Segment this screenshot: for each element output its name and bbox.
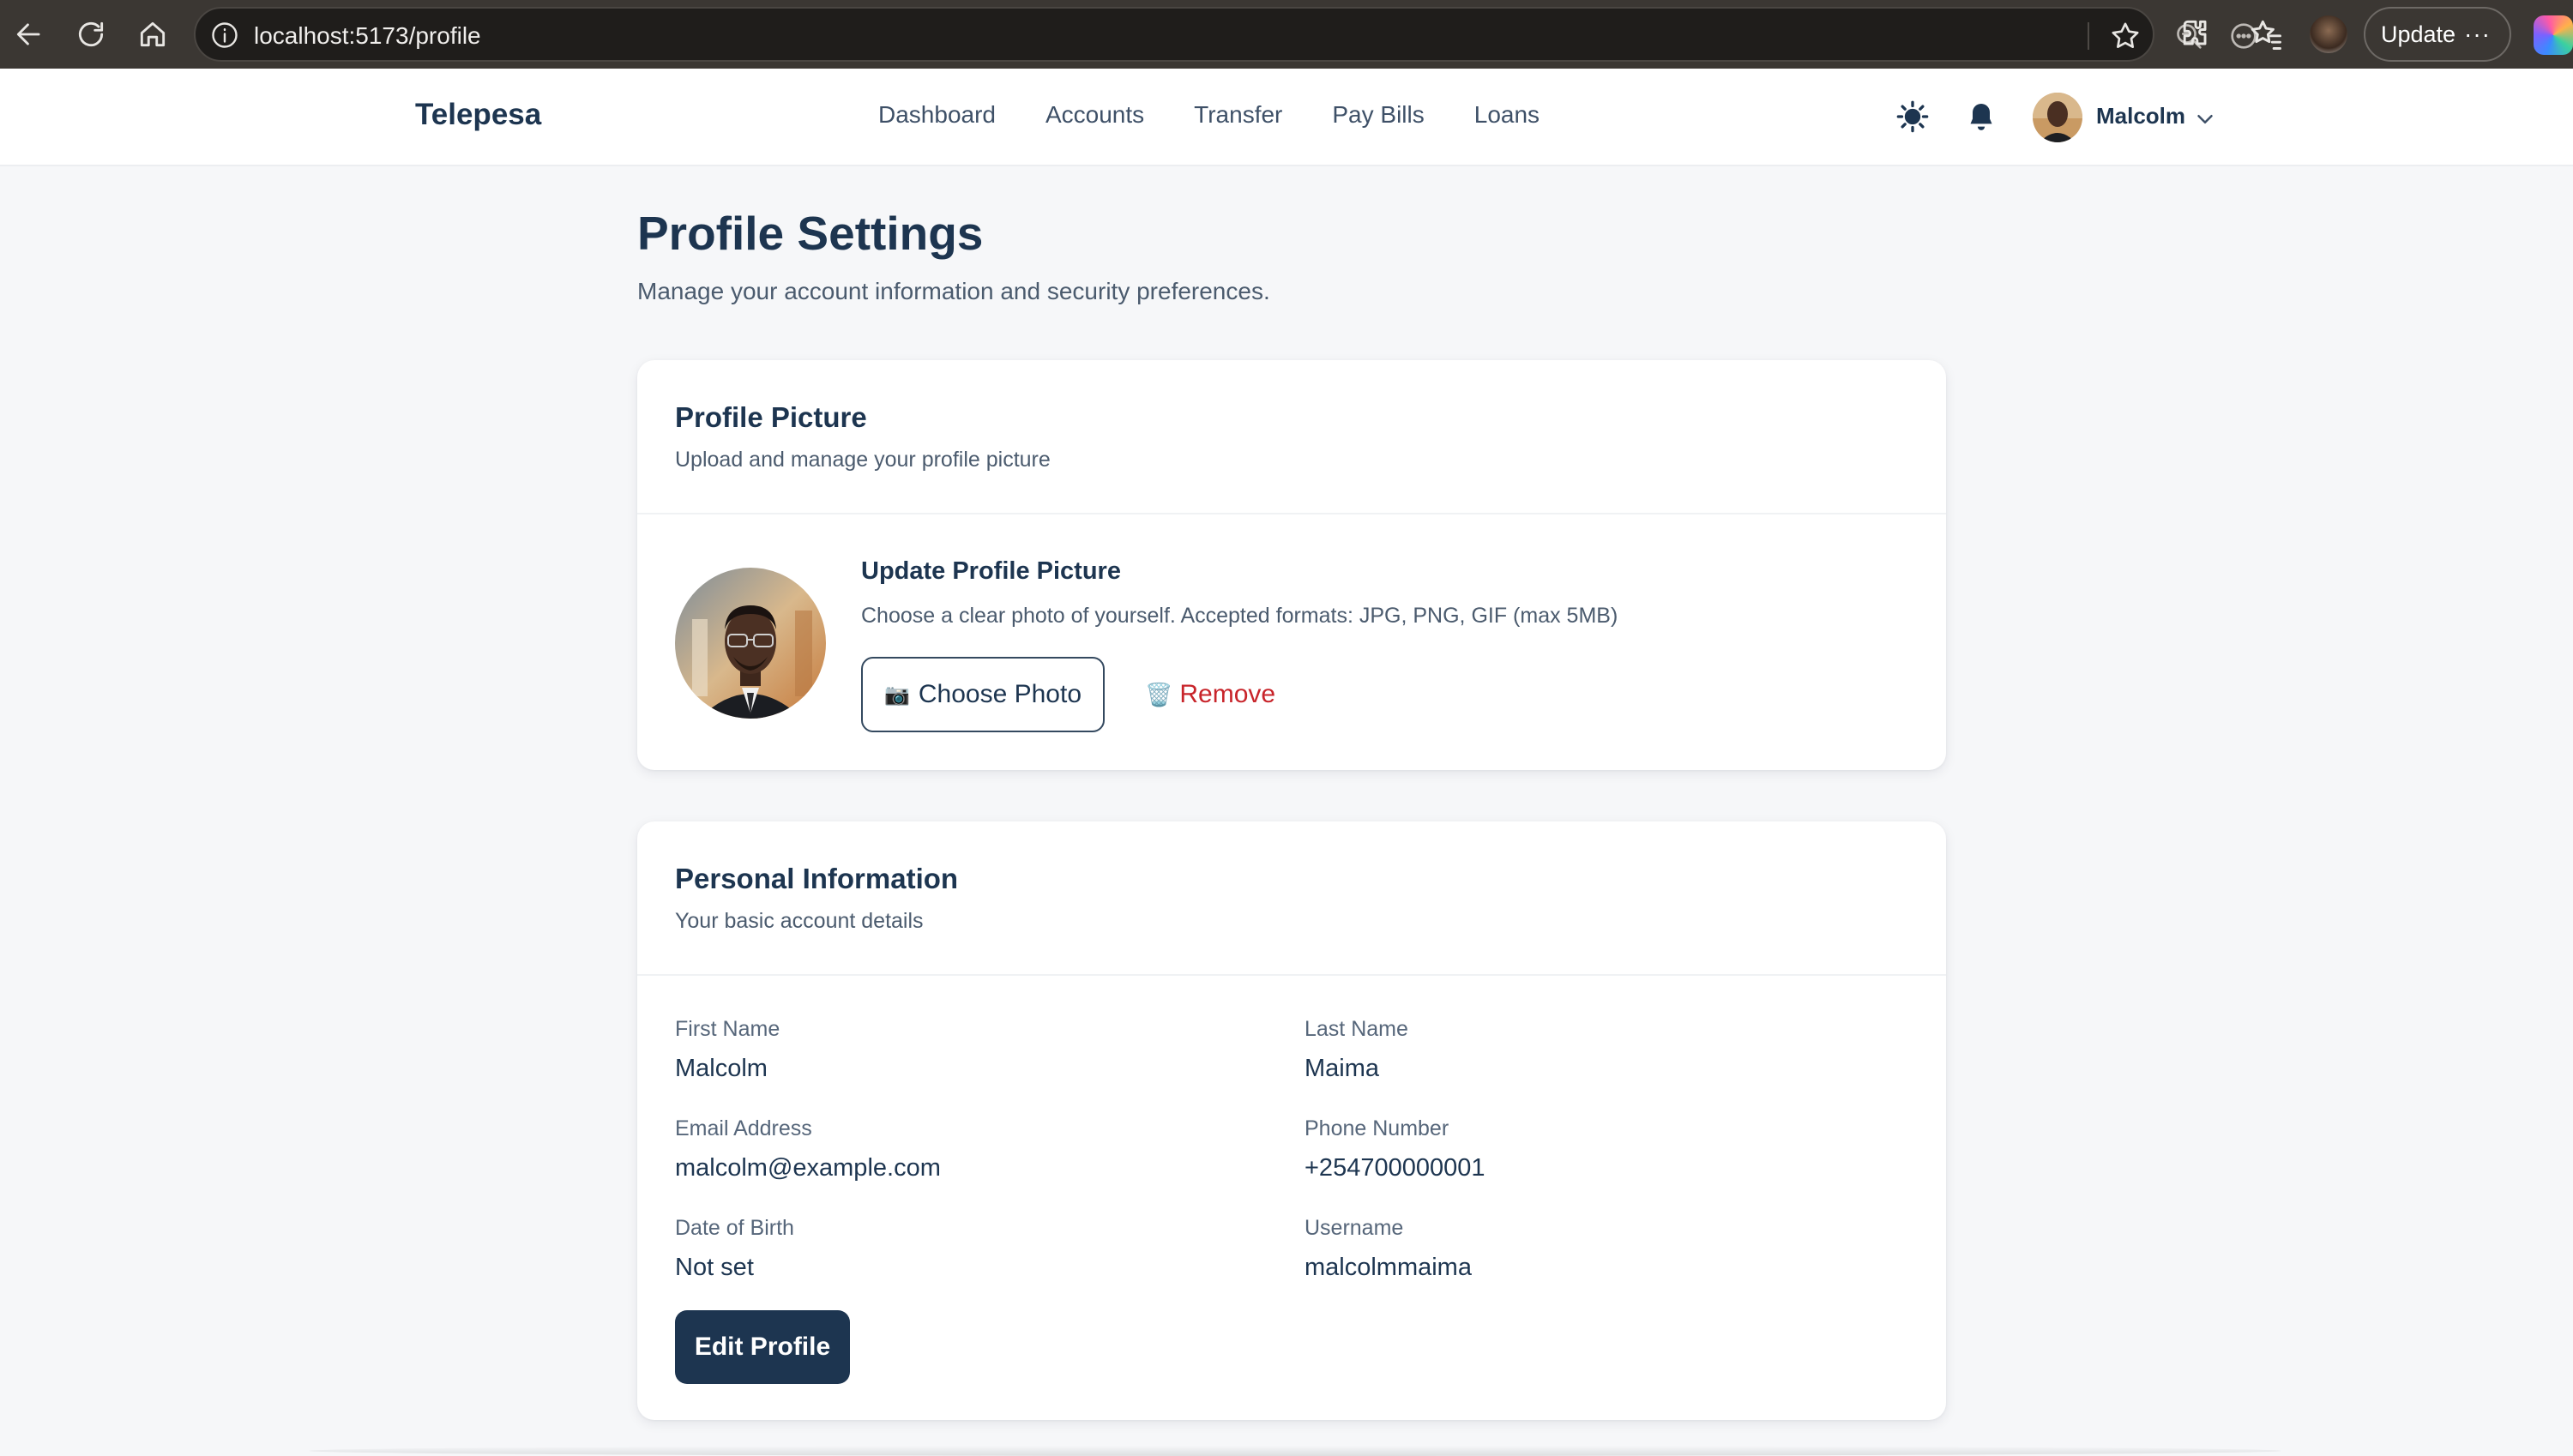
site-info-icon[interactable]	[209, 20, 240, 51]
address-bar[interactable]: localhost:5173/profile	[194, 7, 2257, 62]
choose-photo-button[interactable]: 📷 Choose Photo	[861, 657, 1105, 732]
more-menu-icon[interactable]: ···	[2464, 21, 2491, 48]
nav-link-transfer[interactable]: Transfer	[1194, 101, 1282, 129]
browser-profile-avatar[interactable]	[2310, 15, 2347, 53]
user-menu-name[interactable]: Malcolm	[2096, 103, 2185, 129]
reload-icon[interactable]	[69, 12, 113, 57]
theme-toggle-sun-icon[interactable]	[1895, 99, 1930, 134]
card-header: Profile Picture Upload and manage your p…	[637, 360, 1946, 514]
brand-logo[interactable]: Telepesa	[415, 98, 541, 132]
browser-update-button[interactable]: Update ···	[2364, 7, 2511, 62]
nav-link-dashboard[interactable]: Dashboard	[878, 101, 996, 129]
notification-bell-icon[interactable]	[1964, 99, 1998, 134]
profile-picture-card: Profile Picture Upload and manage your p…	[637, 360, 1946, 770]
date-of-birth-label: Date of Birth	[675, 1216, 794, 1240]
update-photo-title: Update Profile Picture	[861, 557, 1121, 585]
extensions-icon[interactable]	[2177, 15, 2214, 53]
page-title: Profile Settings	[637, 207, 984, 260]
scroll-shadow	[309, 1446, 2281, 1456]
card-header: Personal Information Your basic account …	[637, 821, 1946, 976]
nav-link-loans[interactable]: Loans	[1474, 101, 1540, 129]
username-label: Username	[1305, 1216, 1404, 1240]
browser-toolbar: localhost:5173/profile Update ···	[0, 0, 2573, 69]
url-text: localhost:5173/profile	[254, 22, 481, 49]
last-name-value: Maima	[1305, 1055, 1380, 1082]
favorite-star-icon[interactable]	[2108, 19, 2142, 53]
chevron-down-icon[interactable]	[2192, 106, 2218, 132]
remove-photo-label: Remove	[1179, 680, 1276, 708]
first-name-value: Malcolm	[675, 1055, 768, 1082]
favorites-icon[interactable]	[2247, 15, 2285, 53]
email-value: malcolm@example.com	[675, 1154, 941, 1182]
copilot-icon[interactable]	[2534, 15, 2573, 55]
email-label: Email Address	[675, 1116, 812, 1140]
edit-profile-button[interactable]: Edit Profile	[675, 1310, 850, 1384]
user-avatar[interactable]	[2033, 93, 2082, 142]
nav-links: Dashboard Accounts Transfer Pay Bills Lo…	[878, 101, 1589, 129]
update-label: Update	[2381, 21, 2456, 47]
personal-information-card: Personal Information Your basic account …	[637, 821, 1946, 1420]
last-name-label: Last Name	[1305, 1017, 1408, 1041]
username-value: malcolmmaima	[1305, 1254, 1472, 1281]
page-subtitle: Manage your account information and secu…	[637, 278, 1270, 304]
card-title: Personal Information	[675, 863, 959, 894]
card-title: Profile Picture	[675, 401, 867, 433]
back-icon[interactable]	[7, 12, 51, 57]
trash-icon: 🗑️	[1145, 681, 1173, 707]
nav-link-accounts[interactable]: Accounts	[1045, 101, 1144, 129]
home-icon[interactable]	[130, 12, 175, 57]
card-description: Your basic account details	[675, 909, 924, 933]
update-photo-description: Choose a clear photo of yourself. Accept…	[861, 604, 1618, 628]
camera-icon: 📷	[883, 683, 910, 707]
card-description: Upload and manage your profile picture	[675, 448, 1051, 472]
profile-photo	[675, 568, 826, 719]
app-navbar: Telepesa Dashboard Accounts Transfer Pay…	[0, 69, 2573, 166]
first-name-label: First Name	[675, 1017, 780, 1041]
nav-link-pay-bills[interactable]: Pay Bills	[1332, 101, 1424, 129]
address-bar-divider	[2088, 22, 2089, 50]
choose-photo-label: Choose Photo	[918, 680, 1082, 708]
remove-photo-button[interactable]: 🗑️ Remove	[1145, 657, 1275, 732]
date-of-birth-value: Not set	[675, 1254, 754, 1281]
phone-value: +254700000001	[1305, 1154, 1485, 1182]
phone-label: Phone Number	[1305, 1116, 1449, 1140]
